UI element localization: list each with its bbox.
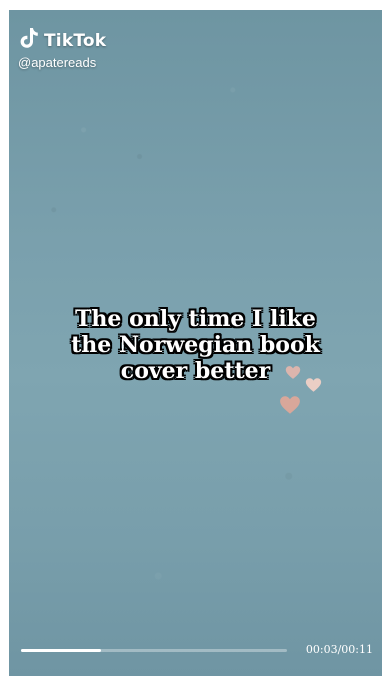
tiktok-note-icon xyxy=(19,27,39,54)
caption-line: cover better xyxy=(120,358,271,384)
tiktok-wordmark: TikTok xyxy=(44,30,107,51)
caption-line: the Norwegian book xyxy=(71,332,320,358)
tiktok-watermark: TikTok xyxy=(19,27,106,54)
caption-line: The only time I like xyxy=(75,306,316,332)
progress-fill xyxy=(21,649,101,652)
heart-icon xyxy=(285,365,301,385)
video-frame[interactable]: TikTok @apatereads The only time I like … xyxy=(9,10,382,676)
heart-icon xyxy=(305,377,322,398)
playback-time: 00:03/00:11 xyxy=(305,643,373,656)
creator-handle[interactable]: @apatereads xyxy=(18,55,96,70)
video-caption: The only time I like the Norwegian book … xyxy=(9,306,382,384)
progress-bar[interactable] xyxy=(21,649,287,652)
heart-icon xyxy=(279,395,301,420)
